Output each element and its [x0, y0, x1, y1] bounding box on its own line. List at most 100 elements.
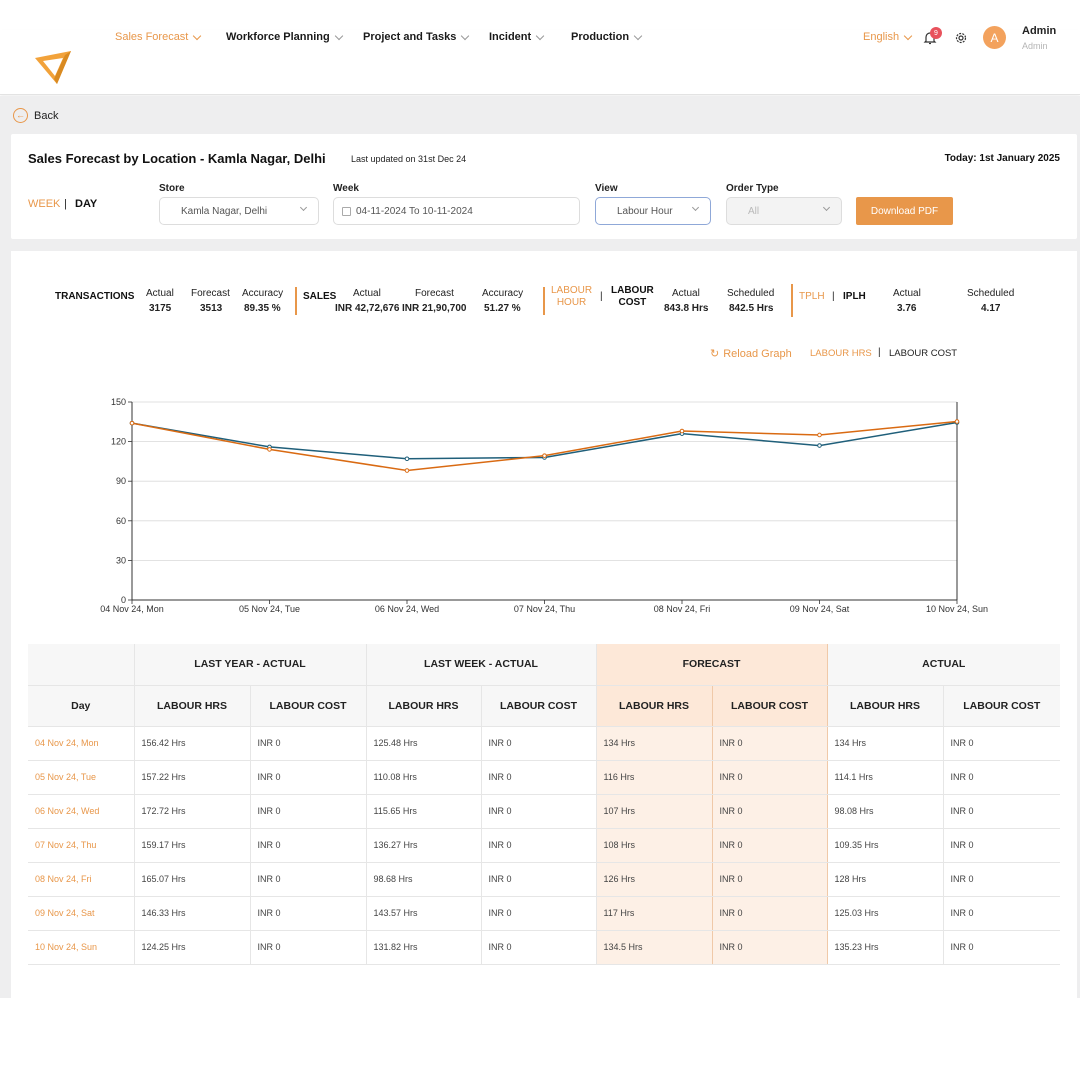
table-cell: 157.22 Hrs — [134, 760, 251, 795]
toggle-separator: | — [64, 198, 67, 210]
view-select[interactable]: Labour Hour — [595, 197, 711, 225]
data-point — [267, 447, 272, 452]
chevron-down-icon — [691, 203, 700, 212]
download-pdf-button[interactable]: Download PDF — [856, 197, 953, 225]
labour-cost-line1: LABOUR — [611, 285, 654, 296]
table-cell: INR 0 — [250, 760, 367, 795]
table-cell: INR 0 — [711, 828, 828, 863]
back-label: Back — [34, 109, 59, 122]
brand-logo[interactable] — [32, 47, 74, 89]
chevron-down-icon — [334, 31, 343, 40]
calendar-icon — [342, 206, 351, 216]
table-cell: INR 0 — [481, 930, 597, 965]
table-cell: 107 Hrs — [595, 794, 713, 829]
kpi-value: 842.5 Hrs — [729, 303, 774, 314]
kpi-iplh-toggle[interactable]: IPLH — [843, 291, 866, 302]
column-header: LABOUR COST — [943, 685, 1060, 727]
column-header: LABOUR COST — [481, 685, 597, 727]
y-tick-label: 120 — [111, 437, 126, 447]
chevron-down-icon — [299, 203, 308, 212]
kpi-divider — [295, 287, 297, 315]
x-tick-label: 06 Nov 24, Wed — [375, 604, 439, 614]
table-cell: INR 0 — [711, 726, 828, 761]
column-header: LABOUR HRS — [366, 685, 482, 727]
table-cell: INR 0 — [250, 896, 367, 931]
reload-graph-button[interactable]: ↻ Reload Graph — [710, 347, 792, 361]
kpi-label: Scheduled — [967, 288, 1015, 299]
day-cell: 04 Nov 24, Mon — [28, 726, 135, 761]
user-name: Admin — [1022, 25, 1057, 37]
kpi-labour-cost-toggle[interactable]: LABOUR COST — [611, 285, 654, 308]
table-cell: INR 0 — [481, 760, 597, 795]
language-selector[interactable]: English — [863, 31, 913, 43]
kpi-label: Accuracy — [242, 288, 284, 299]
data-point — [404, 468, 410, 473]
gear-icon[interactable] — [954, 31, 968, 45]
table-cell: 124.25 Hrs — [134, 930, 251, 965]
kpi-labour-hour-toggle[interactable]: LABOUR HOUR — [551, 285, 592, 308]
nav-sales-forecast[interactable]: Sales Forecast — [115, 31, 202, 43]
table-cell: 134 Hrs — [827, 726, 944, 761]
table-cell: INR 0 — [481, 828, 597, 863]
week-toggle[interactable]: WEEK — [28, 198, 60, 210]
kpi-value: 89.35 % — [244, 303, 281, 314]
y-tick-label: 60 — [116, 516, 126, 526]
table-cell: 146.33 Hrs — [134, 896, 251, 931]
avatar[interactable]: A — [983, 26, 1006, 49]
arrow-left-icon: ← — [13, 108, 28, 123]
group-header-last-year: LAST YEAR - ACTUAL — [134, 644, 367, 686]
nav-workforce-planning[interactable]: Workforce Planning — [226, 31, 343, 43]
table-cell: 117 Hrs — [595, 896, 713, 931]
table-row: 08 Nov 24, Fri 165.07 Hrs INR 0 98.68 Hrs IN… — [28, 862, 1060, 897]
table-cell: 136.27 Hrs — [366, 828, 482, 863]
table-cell: 125.48 Hrs — [366, 726, 482, 761]
week-date-range-input[interactable]: 04-11-2024 To 10-11-2024 — [333, 197, 580, 225]
week-label: Week — [333, 183, 359, 194]
kpi-label: Accuracy — [482, 288, 524, 299]
kpi-label: Actual — [672, 288, 700, 299]
column-header: LABOUR HRS — [595, 685, 713, 727]
order-type-select[interactable]: All — [726, 197, 842, 225]
nav-project-and-tasks[interactable]: Project and Tasks — [363, 31, 470, 43]
column-header: LABOUR COST — [711, 685, 828, 727]
table-cell: 98.68 Hrs — [366, 862, 482, 897]
kpi-tplh-toggle[interactable]: TPLH — [799, 291, 825, 302]
table-cell: 143.57 Hrs — [366, 896, 482, 931]
y-tick-label: 90 — [116, 476, 126, 486]
store-select[interactable]: Kamla Nagar, Delhi — [159, 197, 319, 225]
kpi-value: 3.76 — [897, 303, 917, 314]
table-cell: 116 Hrs — [595, 760, 713, 795]
table-row: 07 Nov 24, Thu 159.17 Hrs INR 0 136.27 Hrs I… — [28, 828, 1060, 863]
data-point — [954, 419, 960, 424]
chevron-down-icon — [535, 31, 545, 40]
table-cell: INR 0 — [250, 862, 367, 897]
table-cell: 115.65 Hrs — [366, 794, 482, 829]
back-button[interactable]: ← Back — [13, 108, 58, 123]
reload-label: Reload Graph — [723, 347, 792, 360]
graph-labour-cost-toggle[interactable]: LABOUR COST — [889, 348, 957, 359]
notification-count-badge: 9 — [930, 27, 942, 39]
nav-production[interactable]: Production — [571, 31, 643, 43]
table-cell: INR 0 — [943, 862, 1060, 897]
day-cell: 05 Nov 24, Tue — [28, 760, 135, 795]
kpi-sales-title: SALES — [303, 291, 337, 302]
table-row: 09 Nov 24, Sat 146.33 Hrs INR 0 143.57 Hrs I… — [28, 896, 1060, 931]
order-type-value: All — [748, 205, 760, 217]
store-value: Kamla Nagar, Delhi — [181, 205, 268, 217]
graph-labour-hrs-toggle[interactable]: LABOUR HRS — [810, 348, 872, 359]
table-cell: INR 0 — [481, 726, 597, 761]
kpi-toggle-separator: | — [832, 291, 835, 302]
table-cell: INR 0 — [250, 726, 367, 761]
x-tick-label: 09 Nov 24, Sat — [790, 604, 850, 614]
x-tick-label: 08 Nov 24, Fri — [654, 604, 711, 614]
x-tick-label: 10 Nov 24, Sun — [926, 604, 988, 614]
view-value: Labour Hour — [617, 205, 673, 217]
chevron-down-icon — [633, 31, 643, 40]
data-point — [817, 432, 822, 438]
nav-incident[interactable]: Incident — [489, 31, 545, 43]
nav-label: Sales Forecast — [115, 31, 189, 43]
chevron-down-icon — [461, 31, 470, 40]
day-toggle[interactable]: DAY — [75, 198, 97, 210]
language-label: English — [863, 31, 900, 43]
table-cell: INR 0 — [250, 794, 367, 829]
